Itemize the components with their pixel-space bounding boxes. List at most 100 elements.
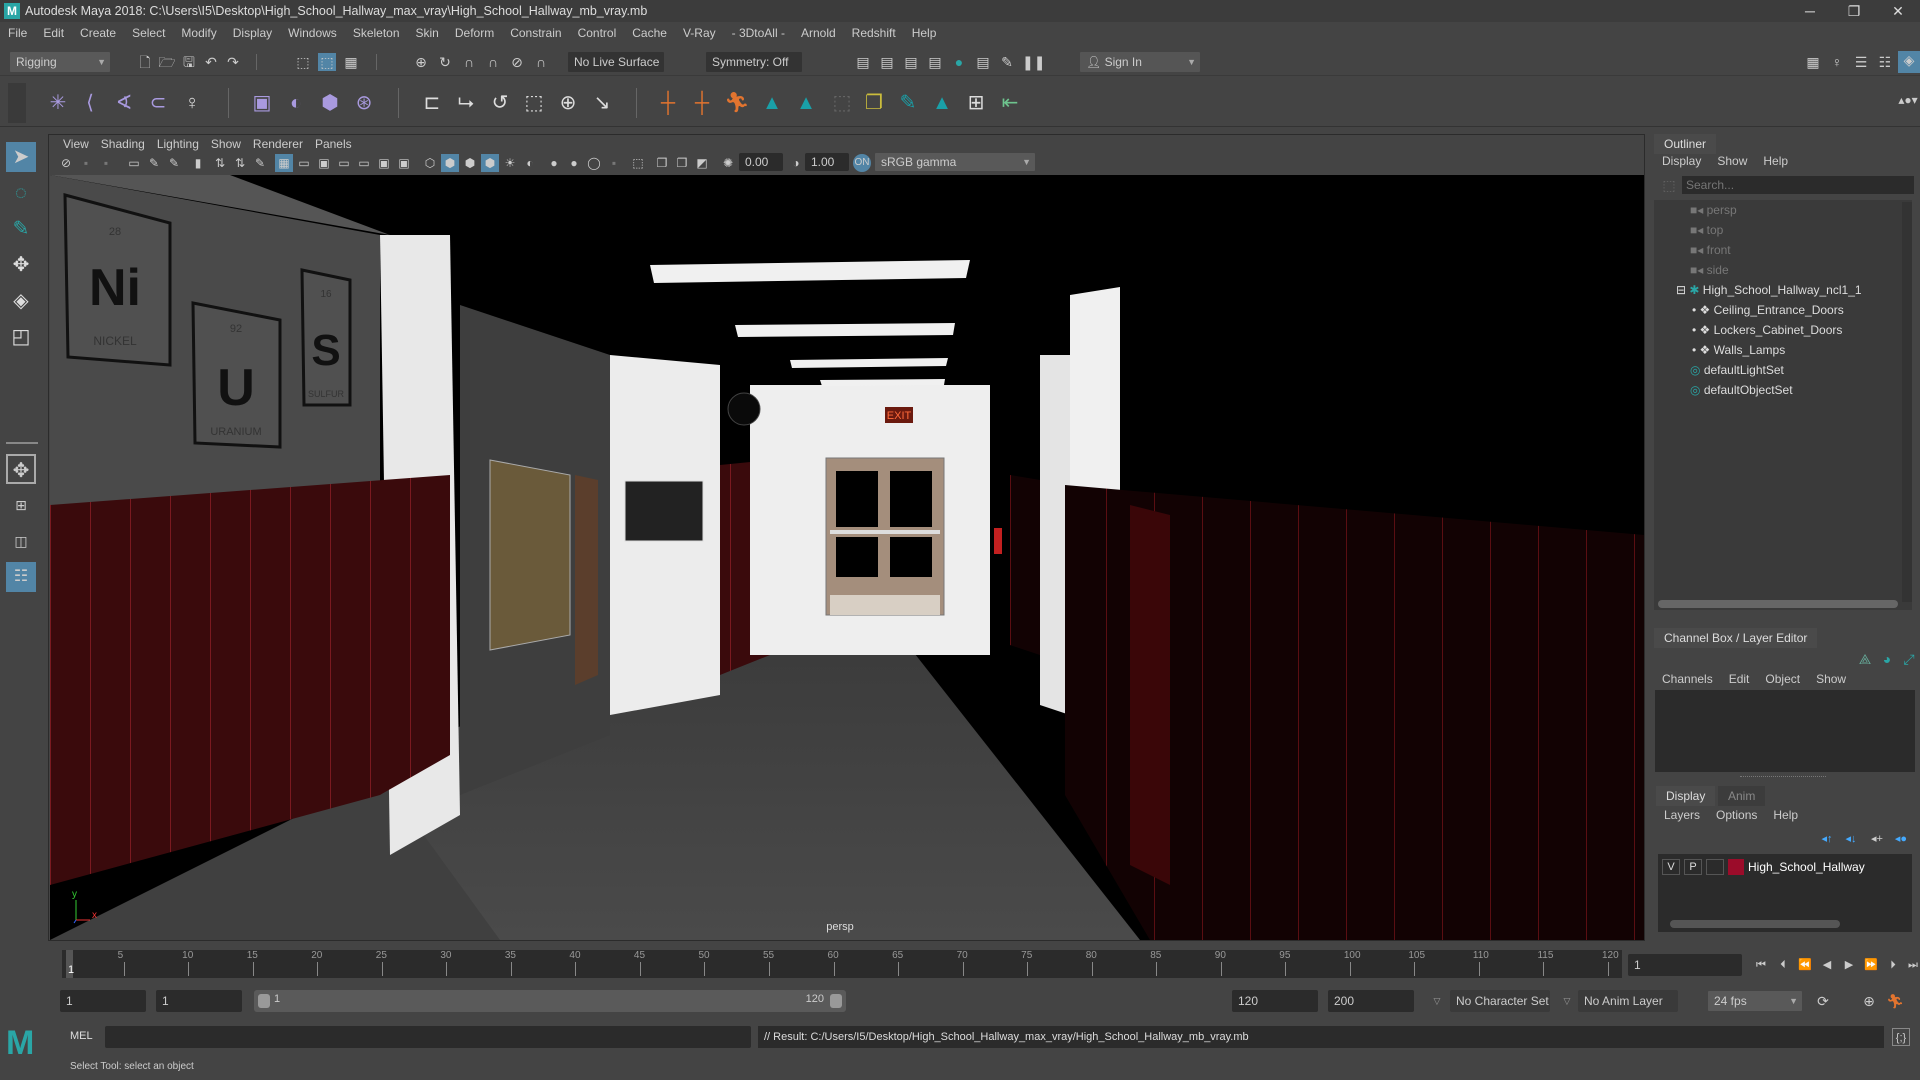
outliner-tab[interactable]: Outliner (1654, 134, 1717, 154)
vray-ipr-icon[interactable]: ✎ (998, 53, 1016, 71)
pole-vector-icon[interactable]: ↘ (590, 91, 614, 115)
layer-tab-anim[interactable]: Anim (1718, 786, 1766, 806)
vray-render-icon[interactable]: ▤ (974, 53, 992, 71)
channel-box-toggle-icon[interactable]: ◈ (1898, 51, 1920, 73)
pencil-tool-icon[interactable]: ✎ (251, 154, 269, 172)
channel-box-area[interactable] (1655, 690, 1915, 772)
character-run-icon[interactable]: 🏃︎ (724, 91, 749, 115)
outliner-item-top[interactable]: ■◂ top (1690, 220, 1723, 240)
layer-horizontal-scrollbar[interactable] (1670, 920, 1840, 928)
timeline-track[interactable]: 1 5 10 15 20 25 30 35 40 45 50 55 60 65 70 75 80 85 90 95 1… (62, 950, 1622, 978)
layer-display-type-toggle[interactable] (1706, 859, 1724, 875)
hypershade-icon[interactable]: ● (950, 53, 968, 71)
tool-settings-icon[interactable]: ☷ (1876, 53, 1894, 71)
select-component-icon[interactable]: ▦ (342, 53, 360, 71)
outliner-layout-icon[interactable]: ☷ (6, 562, 36, 592)
mocap-icon-1[interactable]: ▲ (760, 91, 784, 115)
lasso-tool-icon[interactable]: ◌ (6, 178, 36, 208)
viewport-menu-lighting[interactable]: Lighting (151, 137, 205, 151)
exposure-icon[interactable]: ✺ (719, 154, 737, 172)
point-constraint-icon[interactable]: ⮡ (454, 91, 478, 115)
color-space-dropdown[interactable]: sRGB gamma ▼ (875, 153, 1035, 171)
menu-arnold[interactable]: Arnold (793, 22, 844, 44)
outliner-vertical-scrollbar[interactable] (1902, 202, 1912, 602)
gamma-field[interactable]: 1.00 (805, 153, 849, 171)
scale-tool-icon[interactable]: ◰ (6, 322, 36, 352)
aim-constraint-icon[interactable]: ⊕ (556, 91, 580, 115)
menuset-dropdown[interactable]: Rigging ▼ (10, 52, 110, 72)
grid-toggle-icon[interactable]: ▦ (275, 154, 293, 172)
outliner-item-group[interactable]: ⊟ ✱ High_School_Hallway_ncl1_1 (1676, 280, 1862, 300)
four-view-layout-icon[interactable]: ⊞ (6, 490, 36, 520)
play-forwards-icon[interactable]: ▶ (1840, 956, 1858, 974)
menu-skin[interactable]: Skin (408, 22, 447, 44)
create-set-icon[interactable]: ❐ (862, 91, 886, 115)
channel-box-hyper-icon[interactable]: ⤢ (1900, 650, 1918, 668)
playback-end-field[interactable]: 120 (1232, 990, 1318, 1012)
layer-menu-help[interactable]: Help (1773, 808, 1798, 822)
viewport-menu-shading[interactable]: Shading (95, 137, 151, 151)
grease-pencil-2-icon[interactable]: ✎ (165, 154, 183, 172)
joint-tool-icon[interactable]: ✳ (46, 91, 70, 115)
live-surface-field[interactable]: No Live Surface (568, 52, 664, 72)
select-tool-icon[interactable]: ➤ (6, 142, 36, 172)
fps-dropdown[interactable]: 24 fps ▼ (1708, 991, 1802, 1011)
animation-preferences-icon[interactable]: 🏃︎ (1886, 992, 1904, 1010)
symmetry-field[interactable]: Symmetry: Off (706, 52, 802, 72)
menu-display[interactable]: Display (225, 22, 280, 44)
motion-blur-icon[interactable]: ● (565, 154, 583, 172)
outliner-item-objectset[interactable]: ◎ defaultObjectSet (1690, 380, 1793, 400)
collapse-icon[interactable]: ⊟ (1676, 283, 1689, 297)
snap-surface-icon[interactable]: ⊘ (508, 53, 526, 71)
layer-menu-options[interactable]: Options (1716, 808, 1757, 822)
render-frame-icon[interactable]: ▤ (878, 53, 896, 71)
menu-3dtoall[interactable]: - 3DtoAll - (724, 22, 793, 44)
new-layer-selected-icon[interactable]: ◂● (1892, 830, 1910, 848)
add-attribute-icon[interactable]: ⊞ (964, 91, 988, 115)
pause-icon[interactable]: ❚❚ (1022, 53, 1045, 71)
select-hierarchy-icon[interactable]: ⬚ (294, 53, 312, 71)
save-scene-icon[interactable]: 🖫 (180, 53, 198, 71)
layer-menu-layers[interactable]: Layers (1664, 808, 1700, 822)
layer-visibility-toggle[interactable]: V (1662, 859, 1680, 875)
redo-icon[interactable]: ↷ (224, 53, 242, 71)
locator-constraint-icon[interactable]: ┼ (690, 91, 714, 115)
xray-icon[interactable]: ❐ (653, 154, 671, 172)
range-start-handle[interactable] (258, 994, 270, 1008)
parent-constraint-icon[interactable]: ⊏ (420, 91, 444, 115)
menu-file[interactable]: File (0, 22, 35, 44)
shadows-icon[interactable]: ◐ (521, 154, 539, 172)
orient-constraint-icon[interactable]: ↺ (488, 91, 512, 115)
connect-icon[interactable]: ⇤ (998, 91, 1022, 115)
xray-components-icon[interactable]: ◩ (693, 154, 711, 172)
ik-handle-icon[interactable]: ⟨ (78, 91, 102, 115)
mocap-icon-2[interactable]: ▲ (794, 91, 818, 115)
exposure-field[interactable]: 0.00 (739, 153, 783, 171)
current-frame-field[interactable]: 1 (1628, 954, 1742, 976)
command-input[interactable] (105, 1026, 751, 1048)
menu-edit[interactable]: Edit (35, 22, 72, 44)
range-end-handle[interactable] (830, 994, 842, 1008)
step-forward-frame-icon[interactable]: ⏵ (1884, 956, 1902, 974)
menu-modify[interactable]: Modify (173, 22, 224, 44)
channels-menu-channels[interactable]: Channels (1662, 672, 1713, 686)
gate-mask-icon[interactable]: ▭ (335, 154, 353, 172)
viewport-menu-renderer[interactable]: Renderer (247, 137, 309, 151)
snap-point-icon[interactable]: ∩ (460, 53, 478, 71)
select-camera-icon[interactable]: ▮ (189, 154, 207, 172)
anim-layer-arrow-icon[interactable]: ▽ (1558, 992, 1576, 1010)
layer-color-swatch[interactable] (1728, 859, 1744, 875)
xray-joints-icon[interactable]: ❐ (673, 154, 691, 172)
viewport-3d-scene[interactable]: EXIT 28 Ni NICKEL 92 U URANIUM 16 S SULF… (50, 175, 1644, 940)
move-layer-down-icon[interactable]: ◂↓ (1842, 830, 1860, 848)
animation-start-field[interactable]: 1 (60, 990, 146, 1012)
step-back-key-icon[interactable]: ⏪ (1796, 956, 1814, 974)
field-chart-icon[interactable]: ▭ (355, 154, 373, 172)
channels-menu-edit[interactable]: Edit (1729, 672, 1750, 686)
viewport-menu-show[interactable]: Show (205, 137, 247, 151)
play-backwards-icon[interactable]: ◀ (1818, 956, 1836, 974)
image-plane-icon[interactable]: ▪ (97, 154, 115, 172)
open-scene-icon[interactable]: 🗁 (158, 53, 176, 71)
2d-pan-icon[interactable]: ▭ (125, 154, 143, 172)
screen-space-ao-icon[interactable]: ● (545, 154, 563, 172)
